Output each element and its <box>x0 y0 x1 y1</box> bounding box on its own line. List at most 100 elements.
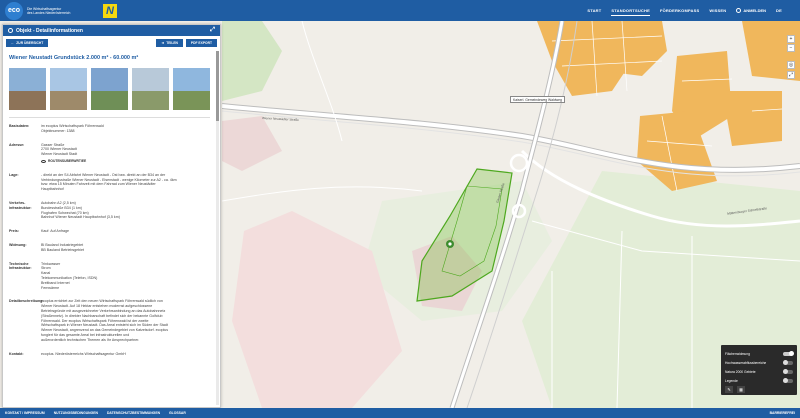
detail-line: Hauptbahnhof <box>41 187 64 192</box>
fullscreen-icon[interactable]: ⤢ <box>787 71 795 79</box>
detail-value: BI Bauland Industriegebiet BB Bauland Be… <box>39 243 210 253</box>
layer-flaechenwidmung[interactable]: Flächenwidmung <box>725 349 794 358</box>
panel-title: Objekt - Detailinformationen <box>16 27 83 34</box>
share-label: TEILEN <box>166 41 178 45</box>
detail-line: Bahnhof Wiener Neustadt Hauptbahnhof (3,… <box>41 215 120 220</box>
share-icon: ⋖ <box>161 41 165 45</box>
logo[interactable]: eco Die Wirtschaftsagentur des Landes Ni… <box>5 0 117 21</box>
detail-value: Kauf: Auf Anfrage <box>39 229 210 234</box>
back-label: ZUR ÜBERSICHT <box>16 41 44 45</box>
detail-basisdaten: Basisdaten: im ecoplus Wirtschaftspark F… <box>9 124 210 134</box>
pencil-icon[interactable]: ✎ <box>725 386 733 393</box>
detail-label: Preis: <box>9 229 19 234</box>
map[interactable]: Kaiserl. Gemeindeweg Waldweg Wiener Neus… <box>222 21 800 408</box>
detail-kontakt: Kontakt: ecoplus. Niederösterreichs Wirt… <box>9 352 210 357</box>
top-bar: eco Die Wirtschaftsagentur des Landes Ni… <box>0 0 800 21</box>
eco-logo: eco <box>5 1 23 20</box>
nav-start[interactable]: START <box>587 6 601 15</box>
layer-label: Legende <box>725 378 738 383</box>
detail-label: Widmung: <box>9 242 27 247</box>
zoom-out-button[interactable]: − <box>787 44 795 52</box>
divider <box>9 117 210 118</box>
login-button[interactable]: ANMELDEN <box>736 8 766 13</box>
nav-foerderkompass[interactable]: FÖRDERKOMPASS <box>660 6 699 15</box>
table-icon[interactable]: ▦ <box>737 386 745 393</box>
detail-verkehr: Verkehrs-infrastruktur: Autobahn A2 (2,5… <box>9 201 210 220</box>
detail-value: Trinkwasser Strom Kanal Telekommunikatio… <box>39 262 210 291</box>
pdf-label: PDF EXPORT <box>190 41 212 45</box>
detail-technik: Technische Infrastruktur: Trinkwasser St… <box>9 262 210 291</box>
detail-line: Kauf: Auf Anfrage <box>41 229 69 234</box>
layer-toggle[interactable] <box>782 369 793 374</box>
poi-label[interactable]: Kaiserl. Gemeindeweg Waldweg <box>510 96 565 103</box>
layer-toggle[interactable] <box>782 378 793 383</box>
detail-label: Detailbeschreibung: <box>9 299 44 304</box>
photo-5[interactable] <box>173 68 210 110</box>
photo-3[interactable] <box>91 68 128 110</box>
detail-beschreibung: Detailbeschreibung: ecoplus errichtet zu… <box>9 299 210 342</box>
detail-value: Gasser Straße 2700 Wiener Neustadt Wiene… <box>39 143 210 164</box>
route-link-label: ROUTENSUBERWRTIEE <box>48 158 87 163</box>
user-icon <box>736 8 742 13</box>
share-button[interactable]: ⋖ TEILEN <box>156 39 183 47</box>
detail-label: Kontakt: <box>9 351 24 356</box>
detail-value: im ecoplus Wirtschaftspark Föhrenwald Ob… <box>39 124 210 134</box>
detail-value: ecoplus. Niederösterreichs Wirtschaftsag… <box>39 352 210 357</box>
detail-value: ecoplus errichtet zur Zeit den neuen Wir… <box>39 299 210 342</box>
zoom-in-button[interactable]: + <box>787 35 795 43</box>
detail-value: - direkt an der S4 Abfahrt Wiener Neusta… <box>39 173 210 192</box>
panel-actions: ← ZUR ÜBERSICHT ⋖ TEILEN PDF EXPORT <box>3 36 220 50</box>
expand-icon[interactable]: ⤢ <box>210 27 215 34</box>
toggle-knob <box>782 369 788 374</box>
detail-line: Fernwärme <box>41 285 60 290</box>
route-link[interactable]: ROUTENSUBERWRTIEE <box>41 159 210 164</box>
photo-2[interactable] <box>50 68 87 110</box>
detail-panel: Objekt - Detailinformationen ⤢ ← ZUR ÜBE… <box>2 24 221 408</box>
detail-label: Technische Infrastruktur: <box>9 261 32 271</box>
nav-standortsuche[interactable]: STANDORTSUCHE <box>611 6 650 16</box>
pdf-export-button[interactable]: PDF EXPORT <box>185 39 217 47</box>
locate-icon[interactable]: ◎ <box>787 61 795 69</box>
layer-legende[interactable]: Legende <box>725 376 793 385</box>
footer-datenschutz[interactable]: DATENSCHUTZBESTIMMUNGEN <box>107 411 160 415</box>
panel-scrollbar[interactable] <box>216 51 219 405</box>
layer-hochwasser[interactable]: Hochwasserabflussbereiche <box>725 358 793 367</box>
panel-body[interactable]: Wiener Neustadt Grundstück 2.000 m² - 60… <box>3 51 216 405</box>
detail-preis: Preis: Kauf: Auf Anfrage <box>9 229 210 234</box>
footer-nutzung[interactable]: NUTZUNGSBEDINGUNGEN <box>54 411 98 415</box>
detail-line: Wiener Neustadt Stadt <box>41 152 78 157</box>
photo-1[interactable] <box>9 68 46 110</box>
detail-widmung: Widmung: BI Bauland Industriegebiet BB B… <box>9 243 210 253</box>
footer-kontakt[interactable]: KONTAKT / IMPRESSUM <box>5 411 45 415</box>
language-select[interactable]: DE <box>776 6 782 15</box>
map-canvas[interactable] <box>222 21 800 408</box>
footer-barrierefrei[interactable]: BARRIEREFREI <box>770 411 795 415</box>
detail-line: außerordentlich technischen Themen als I… <box>41 337 140 342</box>
nav-wissen[interactable]: WISSEN <box>709 6 726 15</box>
layer-label: Natura 2000 Gebiete <box>725 369 756 374</box>
main-nav: START STANDORTSUCHE FÖRDERKOMPASS WISSEN… <box>587 0 782 21</box>
photo-gallery <box>9 68 210 110</box>
detail-lage: Lage: - direkt an der S4 Abfahrt Wiener … <box>9 173 210 192</box>
arrow-left-icon: ← <box>11 41 15 45</box>
layer-natura2000[interactable]: Natura 2000 Gebiete <box>725 367 793 376</box>
layer-toggle[interactable] <box>783 351 794 356</box>
detail-label: Verkehrs-infrastruktur: <box>9 200 32 210</box>
photo-4[interactable] <box>132 68 169 110</box>
logo-line-2: des Landes Niederösterreich <box>27 10 71 15</box>
detail-label: Adresse: <box>9 142 25 147</box>
noe-logo: N <box>103 3 117 18</box>
object-title: Wiener Neustadt Grundstück 2.000 m² - 60… <box>9 55 139 61</box>
detail-value: Autobahn A2 (2,5 km) Bundesstraße B34 (1… <box>39 201 210 220</box>
detail-adresse: Adresse: Gasser Straße 2700 Wiener Neust… <box>9 143 210 164</box>
detail-label: Lage: <box>9 172 19 177</box>
scrollbar-thumb[interactable] <box>216 51 219 121</box>
footer-glossar[interactable]: GLOSSAR <box>169 411 186 415</box>
detail-label: Basisdaten: <box>9 124 30 128</box>
search-icon <box>8 28 13 33</box>
panel-header: Objekt - Detailinformationen ⤢ <box>3 25 220 36</box>
layer-toggle[interactable] <box>782 360 793 365</box>
back-to-overview-button[interactable]: ← ZUR ÜBERSICHT <box>6 39 49 47</box>
login-label: ANMELDEN <box>743 8 767 13</box>
layer-tools: ✎ ▦ <box>725 386 793 393</box>
